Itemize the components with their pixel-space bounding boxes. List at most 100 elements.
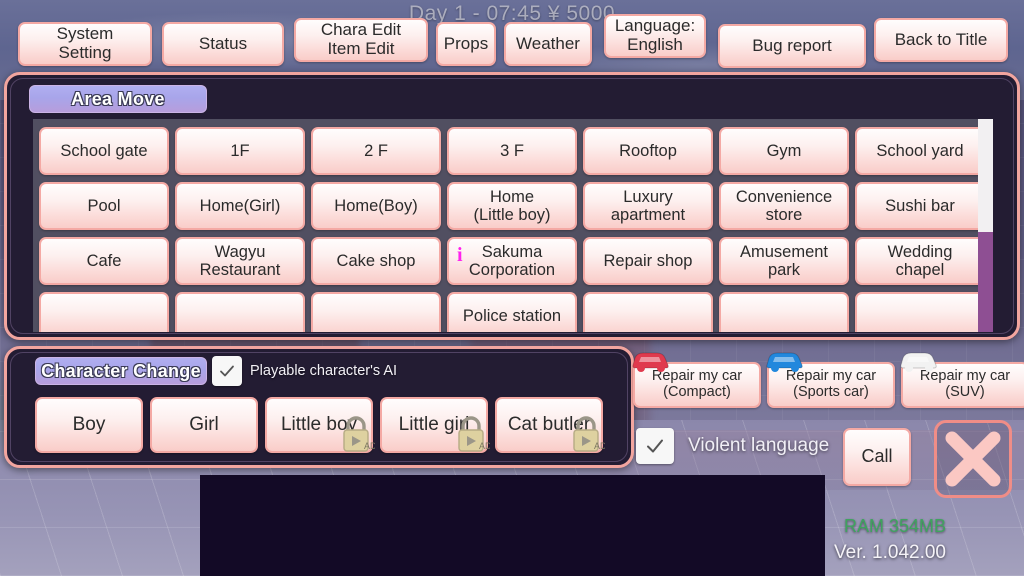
area-button-label: 2 F [364,141,388,160]
area-button-label: Pool [87,196,121,215]
area-button-label: Police station [462,306,562,325]
scrollbar-thumb[interactable] [978,119,993,232]
area-button[interactable]: Home (Little boy) [447,182,577,230]
area-button-label: Wedding chapel [887,242,953,279]
area-button-label: Cafe [86,251,122,270]
area-button[interactable] [39,292,169,332]
character-button-label: Little boy [280,413,358,435]
close-button[interactable] [934,420,1012,498]
area-button-label: Wagyu Restaurant [199,242,281,279]
character-change-header: Character Change [35,357,207,385]
svg-text:AD: AD [594,441,605,451]
repair-car-button[interactable]: Repair my car (Compact) [632,352,761,408]
violent-language-checkbox[interactable] [636,428,674,464]
area-button-label: Home(Girl) [199,196,281,215]
area-move-scrollbar[interactable] [978,119,993,332]
area-button-label: Home (Little boy) [473,187,551,224]
area-button[interactable]: Sushi bar [855,182,985,230]
area-button[interactable]: Police station [447,292,577,332]
area-button-label: Sushi bar [885,196,955,215]
repair-car-label: Repair my car (SUV) [919,368,1011,400]
area-button[interactable]: Cafe [39,237,169,285]
area-button[interactable]: 2 F [311,127,441,175]
area-button[interactable]: Amusement park [719,237,849,285]
svg-text:AD: AD [479,441,490,451]
character-button-label: Cat butler [507,413,591,435]
area-button[interactable]: Home(Girl) [175,182,305,230]
playable-ai-label: Playable character's AI [250,363,398,379]
character-button[interactable]: Little boy AD [265,397,375,453]
area-button-label: Rooftop [619,141,677,160]
character-button-label: Little girl [398,413,470,435]
violent-language-label: Violent language [688,435,830,456]
area-button-label: Home(Boy) [334,196,418,215]
props-button[interactable]: Props [436,22,496,66]
version-text: Ver. 1.042.00 [834,542,946,563]
playable-ai-checkbox[interactable] [212,356,242,386]
close-x-icon [945,431,1001,487]
repair-car-button[interactable]: Repair my car (Sports car) [766,352,895,408]
area-button[interactable]: Repair shop [583,237,713,285]
area-button-label: School yard [876,141,964,160]
system-setting-button[interactable]: System Setting [18,22,152,66]
background-dark-panel [200,475,825,576]
area-button[interactable]: 3 F [447,127,577,175]
area-button[interactable]: Luxury apartment [583,182,713,230]
back-to-title-button[interactable]: Back to Title [874,18,1008,62]
area-move-panel: Area Move School gate 1F 2 F3 F Rooftop Gym S… [4,72,1020,340]
language-button[interactable]: Language: English [604,14,706,58]
bug-report-button[interactable]: Bug report [718,24,866,68]
area-button[interactable] [719,292,849,332]
character-button[interactable]: Boy [35,397,143,453]
area-button-label: Cake shop [336,251,416,270]
area-button-label: School gate [60,141,148,160]
area-button-label: Sakuma Corporation [468,242,556,279]
checkmark-icon [647,439,663,453]
area-button[interactable] [855,292,985,332]
character-button[interactable]: Little girl AD [380,397,490,453]
area-button[interactable]: 1F [175,127,305,175]
area-button[interactable]: i Sakuma Corporation [447,237,577,285]
area-button[interactable] [311,292,441,332]
area-button[interactable]: Home(Boy) [311,182,441,230]
character-button[interactable]: Girl [150,397,258,453]
area-move-scroll-region[interactable]: School gate 1F 2 F 3 F Rooftop Gym School yard… [33,119,993,332]
car-icon [900,352,937,372]
area-button[interactable]: Rooftop [583,127,713,175]
area-button-label: 1F [230,141,250,160]
weather-button[interactable]: Weather [504,22,592,66]
area-button[interactable] [583,292,713,332]
playable-ai-option[interactable]: Playable character's AI [212,356,397,386]
area-button[interactable]: Cake shop [311,237,441,285]
area-button[interactable]: Pool [39,182,169,230]
violent-language-option[interactable]: Violent language [636,428,829,464]
area-button[interactable] [175,292,305,332]
checkmark-icon [220,365,234,377]
svg-text:AD: AD [364,441,375,451]
area-move-header: Area Move [29,85,207,113]
area-button-label: Amusement park [739,242,829,279]
call-button[interactable]: Call [843,428,911,486]
area-button-label: 3 F [500,141,524,160]
vehicle-repair-row: Repair my car (Compact) Repair my car (S… [632,352,1024,408]
area-button[interactable]: Gym [719,127,849,175]
character-list: Boy Girl Little boy AD Little girl AD Cat … [35,397,605,453]
area-button-label: Luxury apartment [610,187,686,224]
chara-item-edit-button[interactable]: Chara Edit Item Edit [294,18,428,62]
area-button-label: Gym [766,141,802,160]
area-move-grid: School gate 1F 2 F 3 F Rooftop Gym School yard… [33,119,991,332]
area-button[interactable]: Wedding chapel [855,237,985,285]
area-button-label: Repair shop [603,251,693,270]
area-button[interactable]: School yard [855,127,985,175]
area-button[interactable]: Wagyu Restaurant [175,237,305,285]
repair-car-button[interactable]: Repair my car (SUV) [900,352,1024,408]
car-icon [766,352,803,372]
character-button[interactable]: Cat butler AD [495,397,605,453]
game-screen: Day 1 - 07:45 ¥ 5000 System Setting Stat… [0,0,1024,576]
status-button[interactable]: Status [162,22,284,66]
area-button[interactable]: School gate [39,127,169,175]
repair-car-label: Repair my car (Sports car) [785,368,877,400]
character-button-label: Girl [189,413,219,435]
area-button[interactable]: Convenience store [719,182,849,230]
character-button-label: Boy [72,413,106,435]
